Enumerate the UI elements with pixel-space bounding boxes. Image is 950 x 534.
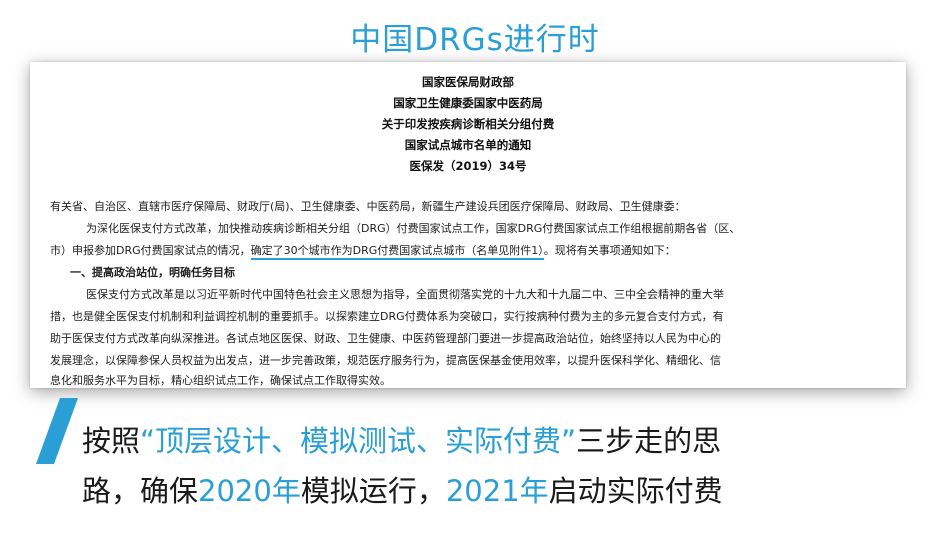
- doc-para2-line1: 医保支付方式改革是以习近平新时代中国特色社会主义思想为指导，全面贯彻落实党的十九…: [86, 288, 724, 301]
- doc-para2-line5: 息化和服务水平为目标，精心组织试点工作，确保试点工作取得实效。: [50, 374, 391, 387]
- doc-para2-line2: 措，也是健全医保支付机制和利益调控机制的重要抓手。以探索建立DRG付费体系为突破…: [50, 310, 724, 323]
- doc-section1-heading: 一、提高政治站位，明确任务目标: [70, 266, 235, 279]
- caption-text: 路，确保: [82, 474, 199, 508]
- caption-text: 三步走的思: [576, 424, 722, 458]
- doc-heading-4: 国家试点城市名单的通知: [404, 138, 532, 152]
- doc-para1-suffix: 。现将有关事项通知如下：: [543, 244, 676, 257]
- caption-text: 按照: [82, 424, 141, 458]
- doc-heading-2: 国家卫生健康委国家中医药局: [393, 96, 543, 110]
- doc-para1-line1: 为深化医保支付方式改革，加快推动疾病诊断相关分组（DRG）付费国家试点工作，国家…: [86, 222, 741, 235]
- doc-para2-line3: 助于医保支付方式改革向纵深推进。各试点地区医保、财政、卫生健康、中医药管理部门要…: [50, 332, 721, 345]
- caption-line-2: 路，确保2020年模拟运行，2021年启动实际付费: [82, 468, 723, 510]
- caption-line-1: 按照“顶层设计、模拟测试、实际付费”三步走的思: [82, 418, 721, 460]
- doc-para1-prefix: 市）申报参加DRG付费国家试点的情况，: [50, 244, 251, 257]
- slide-title: 中国DRGs进行时: [350, 22, 600, 58]
- caption-highlight-year-2021: 2021年: [445, 474, 549, 508]
- accent-slash: [35, 398, 79, 464]
- doc-para1-highlight: 确定了30个城市作为DRG付费国家试点城市（名单见附件1）: [250, 244, 544, 260]
- caption-text: 模拟运行，: [300, 474, 446, 508]
- doc-para2-line4: 发展理念，以保障参保人员权益为出发点，进一步完善政策，规范医疗服务行为，提高医保…: [50, 354, 721, 367]
- doc-addressee: 有关省、自治区、直辖市医疗保障局、财政厅(局)、卫生健康委、中医药局，新疆生产建…: [50, 200, 686, 213]
- doc-heading-5: 医保发（2019）34号: [409, 159, 527, 173]
- doc-para1-line2: 市）申报参加DRG付费国家试点的情况，确定了30个城市作为DRG付费国家试点城市…: [50, 242, 676, 260]
- caption-highlight-year-2020: 2020年: [198, 474, 301, 508]
- caption-text: 启动实际付费: [548, 474, 723, 508]
- doc-heading-3: 关于印发按疾病诊断相关分组付费: [381, 117, 555, 131]
- notice-document: 国家医保局财政部 国家卫生健康委国家中医药局 关于印发按疾病诊断相关分组付费 国…: [30, 62, 906, 388]
- caption-highlight-quote: “顶层设计、模拟测试、实际付费”: [140, 424, 577, 458]
- doc-heading-1: 国家医保局财政部: [422, 75, 514, 89]
